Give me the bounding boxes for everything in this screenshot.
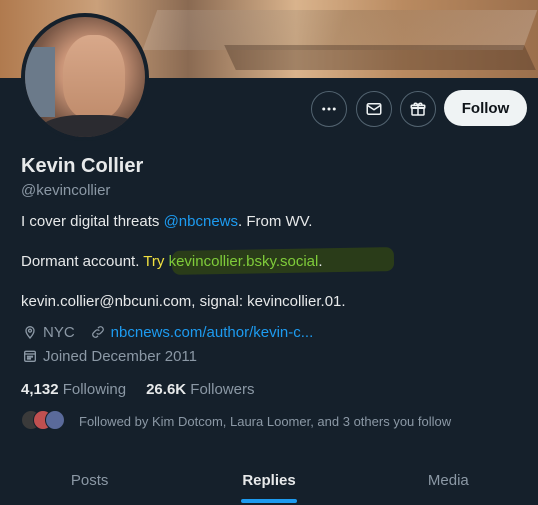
bio-text: . From WV. [238,213,313,230]
bio-text: . [318,253,323,270]
tab-replies[interactable]: Replies [179,455,358,505]
followers-link[interactable]: 26.6K Followers [146,381,254,398]
tab-media[interactable]: Media [359,455,538,505]
more-icon [322,107,336,111]
avatar [45,410,65,430]
joined-date: Joined December 2011 [43,347,197,365]
profile-tabs: Posts Replies Media [0,455,538,505]
link-icon [89,323,107,341]
avatar-background [25,47,55,117]
website-link[interactable]: nbcnews.com/author/kevin-c... [111,324,314,341]
profile-name: Kevin Collier [21,155,144,177]
profile-bio: I cover digital threats @nbcnews. From W… [21,212,521,332]
gift-icon [410,102,426,116]
nbcnews-mention-link[interactable]: @nbcnews [164,213,238,230]
tab-label: Media [427,471,469,489]
location-icon [21,323,39,341]
bsky-link[interactable]: kevincollier.bsky.social [169,253,319,270]
bio-line-3: kevin.collier@nbcuni.com, signal: kevinc… [21,293,346,310]
avatar-face [63,35,125,119]
bio-line-1: I cover digital threats @nbcnews. From W… [21,212,521,232]
followed-by-row[interactable]: Followed by Kim Dotcom, Laura Loomer, an… [21,410,451,432]
profile-avatar[interactable] [21,13,149,141]
following-count: 4,132 [21,381,59,398]
bio-text: Dormant account. [21,253,144,270]
follow-button[interactable]: Follow [444,90,527,126]
profile-meta-row: NYC nbcnews.com/author/kevin-c... [21,323,313,341]
profile-handle: @kevincollier [21,182,111,199]
bio-try-text: Try [143,253,165,270]
followers-label: Followers [190,381,255,398]
more-button[interactable] [311,91,347,127]
tab-label: Replies [242,471,296,489]
follow-stats: 4,132 Following 26.6K Followers [21,381,254,398]
bio-text: I cover digital threats [21,213,164,230]
active-tab-indicator [240,499,297,503]
envelope-icon [366,103,382,115]
following-link[interactable]: 4,132 Following [21,381,126,398]
calendar-icon [21,347,39,365]
bio-line-2: Dormant account. Try kevincollier.bsky.s… [21,252,521,272]
tab-label: Posts [70,471,109,489]
message-button[interactable] [356,91,392,127]
avatar-shirt [39,115,143,137]
location-text: NYC [43,323,75,341]
following-label: Following [62,381,127,398]
followers-count: 26.6K [146,381,187,398]
profile-joined-row: Joined December 2011 [21,347,197,365]
follower-avatars [21,410,71,432]
banner-detail [142,10,538,50]
followed-by-text: Followed by Kim Dotcom, Laura Loomer, an… [79,413,452,429]
tab-posts[interactable]: Posts [0,455,179,505]
banner-detail [224,45,536,70]
subscribe-button[interactable] [400,91,436,127]
